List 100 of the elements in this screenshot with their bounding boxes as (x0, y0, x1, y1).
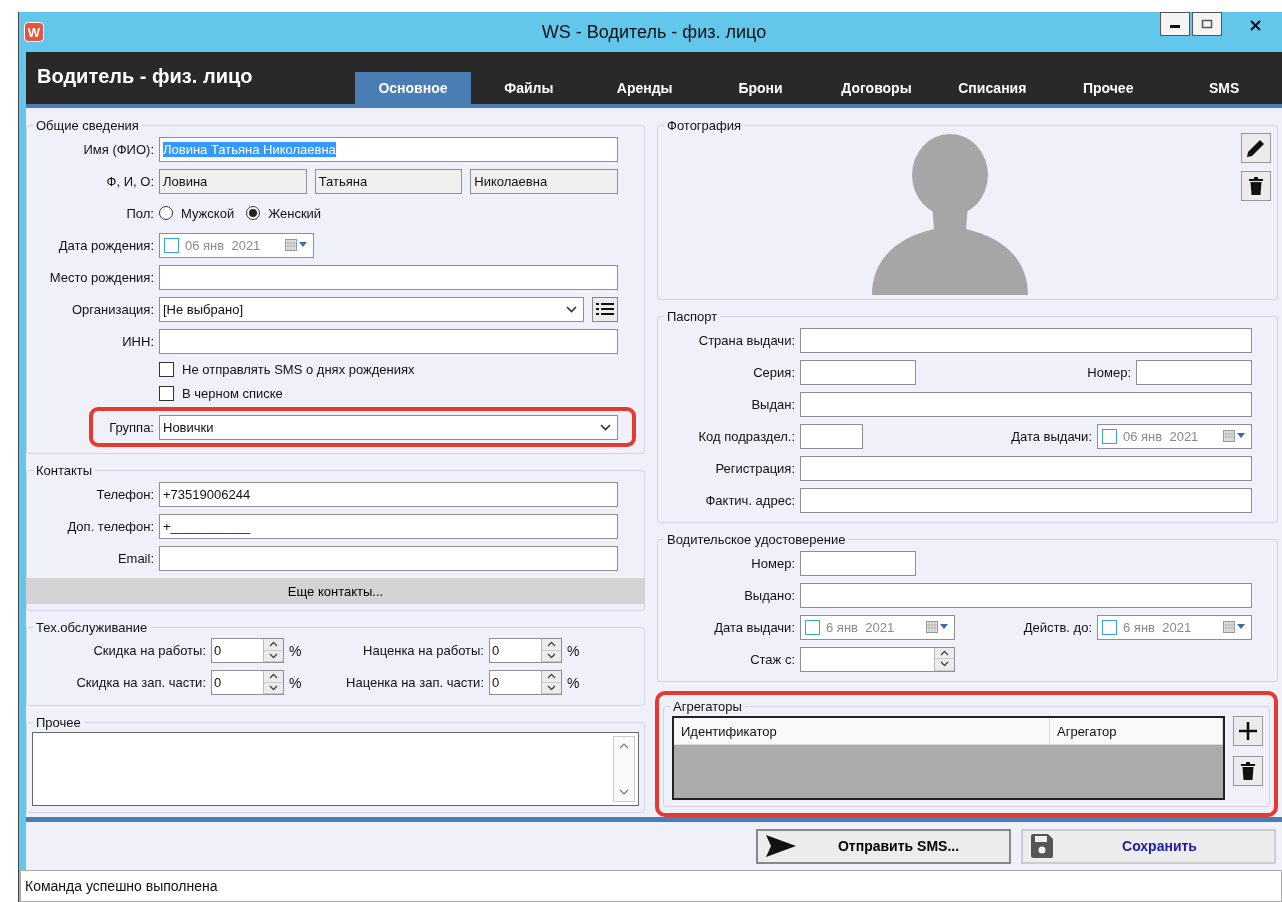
chevron-up-icon (547, 641, 556, 648)
chevron-down-icon (566, 305, 577, 313)
group-legend: Тех.обслуживание (33, 620, 151, 635)
spin-up-button[interactable] (542, 671, 561, 683)
maximize-button[interactable] (1192, 12, 1222, 36)
text-field[interactable] (800, 487, 1252, 513)
chevron-up-icon (269, 673, 278, 680)
save-button[interactable]: Сохранить (1021, 828, 1276, 864)
edit-button[interactable] (1241, 133, 1271, 163)
text-field[interactable] (800, 423, 863, 449)
window-title: WS - Водитель - физ. лицо (541, 21, 767, 42)
text-field[interactable] (800, 550, 916, 576)
text-field[interactable] (159, 264, 618, 290)
field-label: Регистрация: (714, 460, 795, 476)
spin-field[interactable]: 0 (211, 670, 284, 695)
readonly-field[interactable]: Татьяна (314, 168, 463, 194)
readonly-field[interactable]: Николаевна (470, 168, 618, 194)
text-field[interactable] (800, 582, 1252, 608)
tab[interactable]: Договоры (818, 72, 935, 104)
delete-button[interactable] (1233, 756, 1263, 786)
chevron-up-icon[interactable] (619, 743, 629, 749)
field-label: Стаж с: (749, 651, 795, 667)
chevron-down-icon (269, 652, 278, 659)
chevron-down-icon (600, 423, 611, 431)
close-icon (1249, 19, 1261, 31)
chevron-up-icon (269, 641, 278, 648)
group-legend: Прочее (33, 715, 84, 730)
field-label: Страна выдачи: (697, 332, 795, 348)
spin-down-button[interactable] (935, 659, 954, 671)
minimize-button[interactable] (1160, 12, 1190, 36)
tab[interactable]: Брони (702, 72, 819, 104)
date-picker[interactable]: 6 янв 2021 (800, 614, 955, 640)
date-picker[interactable]: 06 янв 2021 (159, 232, 314, 258)
unit-label: % (289, 642, 303, 659)
text-field[interactable]: +73519006244 (159, 481, 618, 507)
delete-button[interactable] (1241, 171, 1271, 201)
spin-field[interactable] (800, 646, 955, 672)
field-label: ИНН: (121, 333, 154, 349)
more-contacts-button[interactable]: Еще контакты... (26, 578, 645, 604)
notes-field[interactable] (32, 732, 639, 806)
spin-field[interactable]: 0 (489, 638, 562, 663)
tab[interactable]: Прочее (1050, 72, 1167, 104)
spin-up-button[interactable] (264, 671, 283, 683)
field-label: Дата выдачи: (713, 619, 795, 635)
tab[interactable]: Файлы (470, 72, 587, 104)
date-picker[interactable]: 06 янв 2021 (1097, 423, 1252, 449)
spin-field[interactable]: 0 (211, 638, 284, 663)
date-checkbox[interactable] (164, 237, 179, 253)
date-checkbox[interactable] (805, 619, 820, 635)
plus-icon (1238, 721, 1258, 741)
add-button[interactable] (1233, 716, 1263, 746)
date-picker[interactable]: 6 янв 2021 (1097, 614, 1252, 640)
field-label: Выдан: (750, 396, 795, 412)
tab[interactable]: Аренды (586, 72, 703, 104)
chevron-down-icon (547, 684, 556, 691)
readonly-field[interactable]: Ловина (159, 168, 307, 194)
trash-icon (1241, 762, 1255, 780)
field-label: Ф, И, О: (105, 173, 154, 189)
field-label: Скидка на работы: (92, 643, 206, 658)
checkbox[interactable]: Не отправлять SMS о днях рождениях (159, 361, 618, 377)
group-legend: Агрегаторы (670, 699, 745, 714)
text-field[interactable] (159, 545, 618, 571)
field-label: Номер: (1087, 364, 1131, 380)
list-button[interactable] (592, 296, 618, 322)
tab[interactable]: Списания (934, 72, 1051, 104)
radio-button[interactable]: Мужской (159, 205, 235, 221)
field-label: Группа: (108, 419, 154, 435)
field-label: Дата выдачи: (1011, 428, 1092, 444)
form-title: Водитель - физ. лицо (36, 64, 254, 88)
tab[interactable]: Основное (355, 72, 471, 104)
dropdown[interactable]: [Не выбрано] (159, 296, 584, 322)
tab[interactable]: SMS (1166, 72, 1282, 104)
field-label: Фактич. адрес: (704, 492, 795, 508)
maximize-icon (1201, 19, 1213, 29)
chevron-down-icon (940, 661, 949, 668)
checkbox[interactable]: В черном списке (159, 385, 618, 401)
text-field[interactable] (159, 328, 618, 354)
text-field[interactable] (1136, 359, 1252, 385)
spin-up-button[interactable] (542, 639, 561, 651)
date-checkbox[interactable] (1102, 619, 1117, 635)
spin-up-button[interactable] (264, 639, 283, 651)
chevron-up-icon (940, 649, 949, 656)
text-field[interactable] (800, 359, 916, 385)
spin-field[interactable]: 0 (489, 670, 562, 695)
text-field[interactable] (800, 327, 1252, 353)
column-header[interactable]: Идентификатор (674, 718, 1050, 744)
vertical-scrollbar[interactable] (613, 736, 635, 802)
calendar-dropdown-icon (926, 621, 950, 633)
chevron-down-icon[interactable] (619, 789, 629, 795)
text-field[interactable] (800, 391, 1252, 417)
date-checkbox[interactable] (1102, 428, 1117, 444)
calendar-dropdown-icon (285, 239, 309, 251)
dropdown[interactable]: Новички (159, 414, 618, 440)
text-field[interactable]: +___________ (159, 513, 618, 539)
column-header[interactable]: Агрегатор (1050, 718, 1223, 744)
field-label: Пол: (125, 205, 154, 221)
radio-button[interactable]: Женский (246, 205, 322, 221)
text-field[interactable] (800, 455, 1252, 481)
spin-up-button[interactable] (935, 647, 954, 659)
send-sms-button[interactable]: Отправить SMS... (756, 828, 1011, 864)
